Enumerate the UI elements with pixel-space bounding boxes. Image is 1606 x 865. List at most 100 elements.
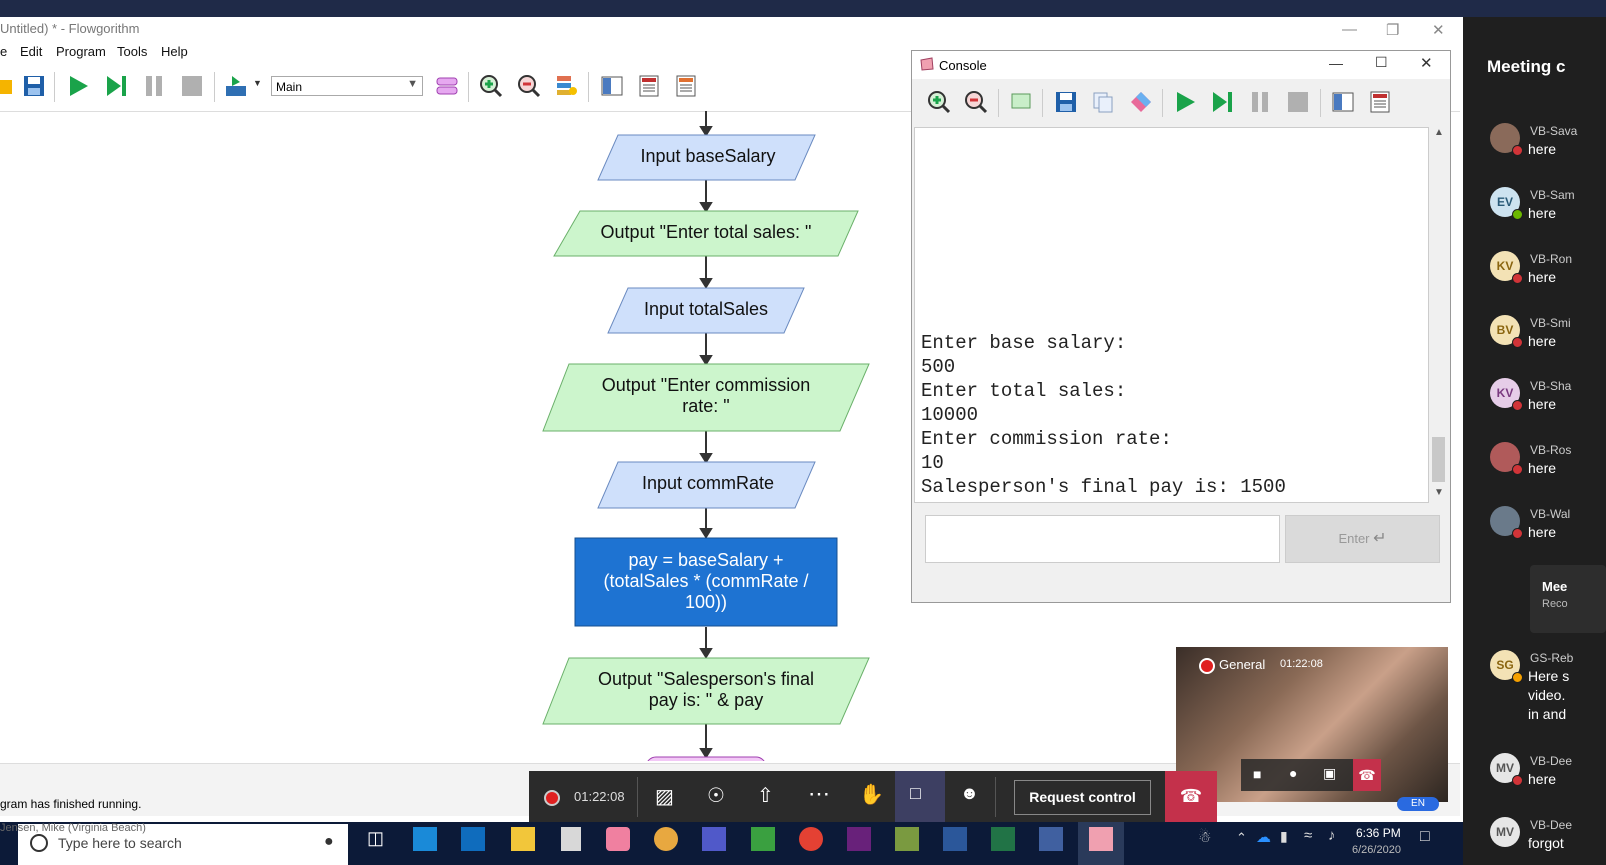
menu-file[interactable]: e <box>0 44 7 59</box>
console-line: 500 <box>921 356 956 378</box>
chevron-down-icon[interactable]: ▼ <box>253 78 262 88</box>
raise-hand-icon[interactable]: ✋ <box>859 782 884 807</box>
recording-icon <box>544 790 560 806</box>
flowgorithm-taskbar-button[interactable] <box>1078 822 1124 865</box>
maximize-icon[interactable]: ❐ <box>1386 21 1399 39</box>
call-control-bar: 01:22:08 ▨ ☉ ⇧ ⋯ ✋ □ ☻ Request control ☎ <box>529 771 1217 822</box>
clock-time[interactable]: 6:36 PM <box>1356 826 1401 840</box>
save-icon[interactable] <box>1054 90 1078 114</box>
chevron-up-icon[interactable]: ⌃ <box>1236 830 1247 846</box>
save-icon[interactable] <box>22 74 46 98</box>
task-view-icon[interactable]: ◫ <box>367 828 384 849</box>
console-line: Salesperson's final pay is: 1500 <box>921 476 1286 498</box>
search-placeholder: Type here to search <box>58 835 182 851</box>
menu-tools[interactable]: Tools <box>117 44 147 59</box>
notifications-icon[interactable]: □ <box>1420 828 1430 846</box>
open-folder-icon[interactable] <box>0 74 14 98</box>
minimize-icon[interactable]: — <box>1329 55 1343 71</box>
function-select[interactable]: Main ▼ <box>271 76 423 96</box>
excel-icon[interactable] <box>991 827 1015 851</box>
console-window: Console — ☐ ✕ Enter base salary: 500 Ent… <box>911 50 1451 603</box>
chrome-icon[interactable] <box>799 827 823 851</box>
word-icon[interactable] <box>943 827 967 851</box>
people-icon[interactable]: ☃ <box>1198 828 1211 846</box>
volume-icon[interactable]: ♪ <box>1328 827 1336 844</box>
outlook-icon[interactable] <box>461 827 485 851</box>
view-layout-icon[interactable] <box>1331 90 1355 114</box>
zoom-out-icon[interactable] <box>517 74 541 98</box>
end-terminal-shape[interactable] <box>646 756 766 761</box>
presenter-caption: Jensen, Mike (Virginia Beach) <box>0 822 146 834</box>
clear-icon[interactable] <box>1129 90 1153 114</box>
app-icon-s[interactable] <box>413 827 437 851</box>
pause-icon[interactable] <box>1248 90 1272 114</box>
microphone-off-icon[interactable]: ☉ <box>707 783 725 808</box>
file-explorer-icon[interactable] <box>511 827 535 851</box>
participant-name: VB-Wal <box>1530 507 1571 521</box>
calculator-icon[interactable] <box>561 827 581 851</box>
status-dot <box>1512 672 1523 683</box>
console-input-field[interactable] <box>925 515 1280 563</box>
visual-studio-icon[interactable] <box>847 827 871 851</box>
camera-icon[interactable]: ■ <box>1253 766 1261 782</box>
console-view-icon[interactable] <box>674 74 698 98</box>
chevron-up-icon[interactable]: ▲ <box>1434 127 1444 138</box>
app-icon[interactable] <box>895 827 919 851</box>
close-icon[interactable]: ✕ <box>1420 54 1433 72</box>
layout-icon[interactable] <box>224 74 248 98</box>
hang-up-icon[interactable]: ☎ <box>1353 759 1381 791</box>
more-options-icon[interactable]: ⋯ <box>808 781 830 807</box>
step-icon[interactable] <box>1210 90 1234 114</box>
zoom-in-icon[interactable] <box>927 90 951 114</box>
maximize-icon[interactable]: ☐ <box>1375 54 1388 71</box>
participants-icon[interactable]: ☻ <box>960 783 979 804</box>
notes-icon[interactable] <box>751 827 775 851</box>
scrollbar-thumb[interactable] <box>1432 437 1445 482</box>
run-icon[interactable] <box>66 74 90 98</box>
view-layout-icon[interactable] <box>600 74 624 98</box>
step-icon[interactable] <box>104 74 128 98</box>
stop-icon[interactable] <box>180 74 204 98</box>
paint-icon[interactable] <box>606 827 630 851</box>
wifi-icon[interactable]: ≈ <box>1304 827 1312 844</box>
code-view-icon[interactable] <box>637 74 661 98</box>
share-screen-icon[interactable]: ▣ <box>1323 765 1336 782</box>
language-badge[interactable]: EN <box>1397 797 1439 811</box>
chevron-down-icon[interactable]: ▼ <box>1434 487 1444 498</box>
function-manager-icon[interactable] <box>435 74 459 98</box>
meeting-card[interactable]: Mee Reco <box>1530 565 1606 633</box>
request-control-button[interactable]: Request control <box>1014 780 1151 815</box>
variable-watch-icon[interactable] <box>555 74 579 98</box>
dev-icon[interactable] <box>1039 827 1063 851</box>
camera-off-icon[interactable]: ▨ <box>655 784 674 809</box>
palette-icon[interactable] <box>654 827 678 851</box>
teams-icon[interactable] <box>702 827 726 851</box>
zoom-out-icon[interactable] <box>964 90 988 114</box>
hang-up-button[interactable]: ☎ <box>1165 771 1217 822</box>
chat-button[interactable]: □ <box>895 771 945 822</box>
chat-icon: □ <box>910 783 921 803</box>
minimize-icon[interactable]: — <box>1342 21 1357 38</box>
chat-toggle-icon[interactable] <box>1009 90 1033 114</box>
stop-icon[interactable] <box>1286 90 1310 114</box>
console-scrollbar[interactable]: ▲ ▼ <box>1429 127 1448 501</box>
enter-button[interactable]: Enter ↵ <box>1285 515 1440 563</box>
toolbar-separator <box>54 72 55 102</box>
pause-icon[interactable] <box>142 74 166 98</box>
clock-date[interactable]: 6/26/2020 <box>1352 844 1401 856</box>
menu-program[interactable]: Program <box>56 44 106 59</box>
message-line: video. <box>1528 687 1566 703</box>
microphone-icon[interactable]: ● <box>324 833 334 851</box>
onedrive-icon[interactable]: ☁ <box>1256 828 1271 846</box>
close-icon[interactable]: ✕ <box>1432 21 1445 39</box>
status-dot <box>1512 209 1523 220</box>
share-tray-icon[interactable]: ⇧ <box>757 783 774 808</box>
menu-help[interactable]: Help <box>161 44 188 59</box>
run-icon[interactable] <box>1173 90 1197 114</box>
zoom-in-icon[interactable] <box>479 74 503 98</box>
battery-icon[interactable]: ▮ <box>1280 828 1288 845</box>
copy-icon[interactable] <box>1091 90 1115 114</box>
menu-edit[interactable]: Edit <box>20 44 42 59</box>
code-view-icon[interactable] <box>1368 90 1392 114</box>
microphone-icon[interactable]: ● <box>1289 765 1297 781</box>
